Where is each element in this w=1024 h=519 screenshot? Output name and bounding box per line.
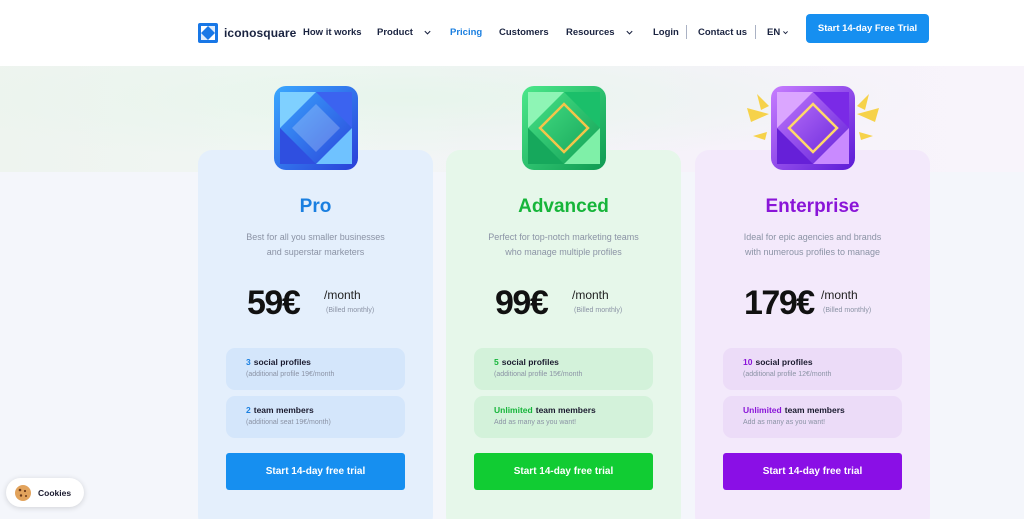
plan-description-line: Ideal for epic agencies and brands: [743, 232, 882, 242]
plan-description-line: with numerous profiles to manage: [744, 247, 881, 257]
nav-customers[interactable]: Customers: [499, 27, 549, 38]
start-trial-pro-button[interactable]: Start 14-day free trial: [226, 453, 405, 490]
plan-name: Pro: [299, 196, 332, 217]
nav-product-label: Product: [377, 27, 413, 38]
plan-price: 59€: [247, 284, 301, 322]
chevron-down-icon: [424, 30, 431, 35]
price-period: /month: [572, 288, 609, 302]
feature-subtext: (additional profile 19€/month: [246, 371, 335, 378]
chevron-down-icon: [626, 30, 633, 35]
feature-social-profiles: 5 social profiles (additional profile 15€…: [474, 348, 653, 390]
plan-description-line: Perfect for top-notch marketing teams: [488, 232, 639, 242]
feature-title: social profiles: [501, 357, 559, 367]
feature-title: team members: [784, 405, 845, 415]
feature-highlight: Unlimited: [743, 405, 782, 415]
feature-title: team members: [535, 405, 596, 415]
language-selector[interactable]: EN: [767, 27, 789, 38]
billing-note: (Billed monthly): [326, 307, 375, 314]
price-period: /month: [821, 288, 858, 302]
language-label: EN: [767, 27, 781, 38]
cookie-icon: [15, 484, 31, 501]
feature-title: social profiles: [253, 357, 311, 367]
brand-name: iconosquare: [224, 26, 297, 40]
nav-resources[interactable]: Resources: [566, 27, 634, 38]
feature-highlight: 10: [743, 357, 753, 367]
plan-name: Enterprise: [765, 196, 860, 217]
cookies-button[interactable]: Cookies: [6, 478, 84, 507]
plan-description: Ideal for epic agencies and brands with …: [715, 230, 910, 260]
nav-how-it-works[interactable]: How it works: [303, 27, 362, 38]
plan-description: Perfect for top-notch marketing teams wh…: [466, 230, 661, 260]
advanced-plan-icon: [522, 86, 606, 170]
plan-name: Advanced: [518, 196, 609, 217]
feature-title: social profiles: [755, 357, 813, 367]
nav-divider: [686, 25, 687, 39]
feature-highlight: 5: [494, 357, 499, 367]
feature-subtext: Add as many as you want!: [743, 419, 826, 426]
price-period: /month: [324, 288, 361, 302]
start-free-trial-button[interactable]: Start 14-day Free Trial: [806, 14, 929, 43]
feature-highlight: 2: [246, 405, 251, 415]
plan-description-line: and superstar marketers: [266, 247, 365, 257]
plan-price: 99€: [495, 284, 549, 322]
feature-subtext: (additional seat 19€/month): [246, 419, 331, 426]
plan-description-line: who manage multiple profiles: [505, 247, 622, 257]
iconosquare-logo-icon: [198, 23, 218, 43]
nav-login[interactable]: Login: [653, 27, 679, 38]
nav-contact[interactable]: Contact us: [698, 27, 747, 38]
pricing-card-pro: Pro Best for all you smaller businesses …: [198, 86, 433, 519]
brand-logo[interactable]: iconosquare: [198, 23, 296, 43]
nav-resources-label: Resources: [566, 27, 615, 38]
start-trial-enterprise-button[interactable]: Start 14-day free trial: [723, 453, 902, 490]
feature-highlight: 3: [246, 357, 251, 367]
feature-highlight: Unlimited: [494, 405, 533, 415]
top-navigation: iconosquare How it works Product Pricing…: [0, 0, 1024, 66]
feature-team-members: Unlimited team members Add as many as you…: [723, 396, 902, 438]
feature-subtext: (additional profile 15€/month: [494, 371, 583, 378]
feature-subtext: (additional profile 12€/month: [743, 371, 832, 378]
enterprise-plan-icon: [771, 86, 855, 170]
feature-subtext: Add as many as you want!: [494, 419, 577, 426]
nav-divider: [755, 25, 756, 39]
start-trial-advanced-button[interactable]: Start 14-day free trial: [474, 453, 653, 490]
pricing-card-enterprise: Enterprise Ideal for epic agencies and b…: [695, 86, 930, 519]
pro-plan-icon: [274, 86, 358, 170]
plan-description: Best for all you smaller businesses and …: [218, 230, 413, 260]
feature-team-members: Unlimited team members Add as many as you…: [474, 396, 653, 438]
plan-price: 179€: [744, 284, 815, 322]
nav-product[interactable]: Product: [377, 27, 432, 38]
feature-team-members: 2 team members (additional seat 19€/month…: [226, 396, 405, 438]
chevron-down-icon: [783, 31, 789, 35]
billing-note: (Billed monthly): [823, 307, 872, 314]
cookies-label: Cookies: [38, 487, 72, 498]
nav-pricing[interactable]: Pricing: [450, 27, 482, 38]
plan-description-line: Best for all you smaller businesses: [246, 232, 385, 242]
pricing-card-advanced: Advanced Perfect for top-notch marketing…: [446, 86, 681, 519]
billing-note: (Billed monthly): [574, 307, 623, 314]
feature-social-profiles: 10 social profiles (additional profile 12…: [723, 348, 902, 390]
feature-title: team members: [253, 405, 314, 415]
feature-social-profiles: 3 social profiles (additional profile 19€…: [226, 348, 405, 390]
